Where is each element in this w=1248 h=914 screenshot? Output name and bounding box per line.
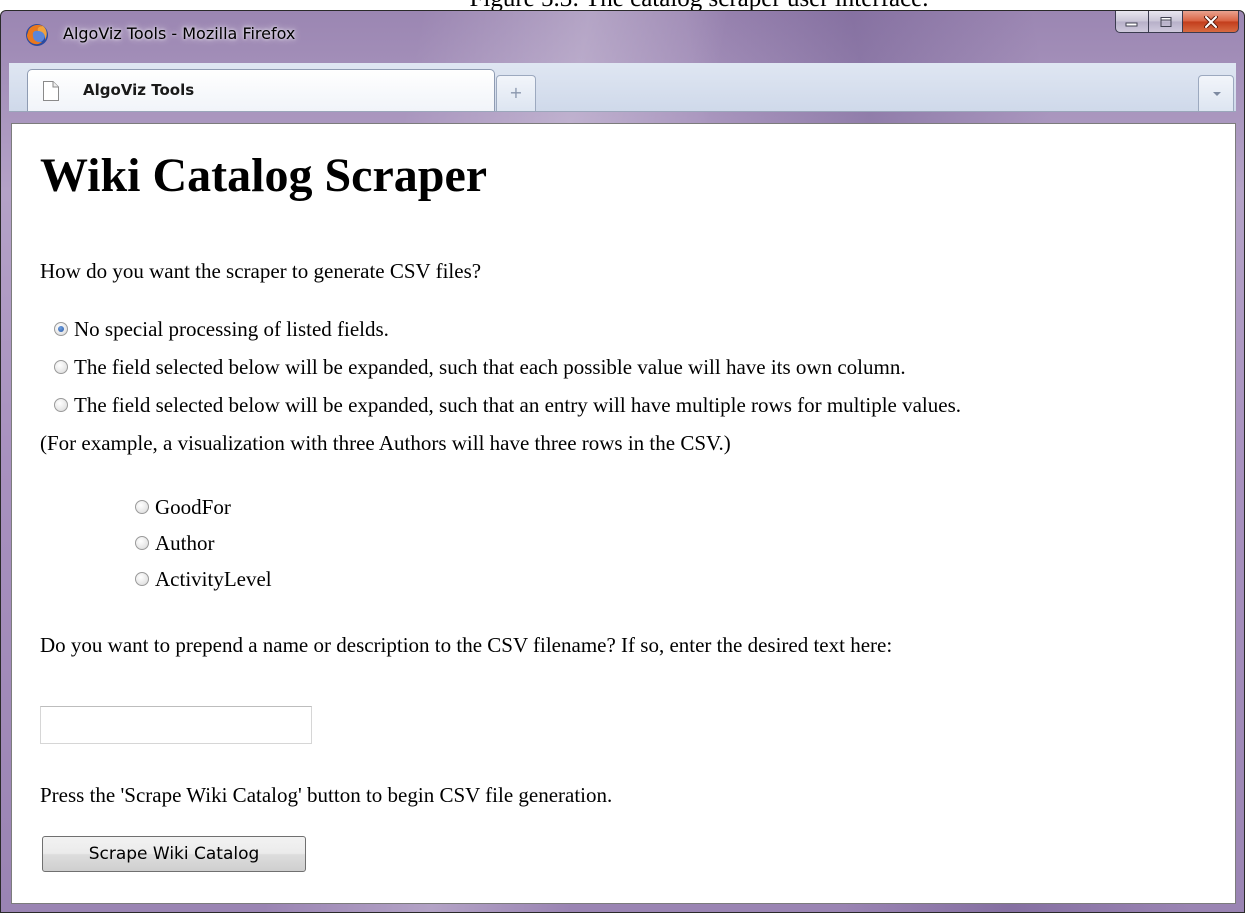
mode-option-label: No special processing of listed fields. <box>74 317 389 341</box>
field-option-label: Author <box>155 531 215 555</box>
radio-no-processing[interactable] <box>54 322 68 336</box>
tab-algoviz-tools[interactable]: AlgoViz Tools <box>27 69 495 111</box>
window-title: AlgoViz Tools - Mozilla Firefox <box>63 24 296 43</box>
field-option-goodfor[interactable]: GoodFor <box>135 494 231 520</box>
radio-expand-columns[interactable] <box>54 360 68 374</box>
maximize-button[interactable] <box>1149 11 1183 33</box>
mode-option-expand-columns[interactable]: The field selected below will be expande… <box>54 354 906 380</box>
maximize-icon <box>1160 16 1171 27</box>
instruction-text: Press the 'Scrape Wiki Catalog' button t… <box>40 783 613 807</box>
page-content: Wiki Catalog Scraper How do you want the… <box>11 123 1236 904</box>
page-title: Wiki Catalog Scraper <box>40 149 488 202</box>
radio-goodfor[interactable] <box>135 500 149 514</box>
mode-option-no-processing[interactable]: No special processing of listed fields. <box>54 316 389 342</box>
field-option-author[interactable]: Author <box>135 530 215 556</box>
prepend-prompt: Do you want to prepend a name or descrip… <box>40 633 893 657</box>
firefox-icon <box>26 24 48 46</box>
radio-expand-rows[interactable] <box>54 398 68 412</box>
plus-icon: + <box>509 83 523 102</box>
radio-author[interactable] <box>135 536 149 550</box>
radio-activitylevel[interactable] <box>135 572 149 586</box>
tab-label: AlgoViz Tools <box>83 81 195 99</box>
tab-strip: AlgoViz Tools + <box>9 63 1236 112</box>
prepend-name-input[interactable] <box>40 706 312 744</box>
document-icon <box>43 81 59 101</box>
mode-question: How do you want the scraper to generate … <box>40 259 482 283</box>
browser-window: AlgoViz Tools - Mozilla Firefox AlgoViz … <box>0 10 1245 913</box>
field-option-activitylevel[interactable]: ActivityLevel <box>135 566 272 592</box>
field-option-label: GoodFor <box>155 495 231 519</box>
window-controls <box>1115 11 1239 33</box>
mode-option-expand-rows[interactable]: The field selected below will be expande… <box>54 392 961 418</box>
title-bar[interactable]: AlgoViz Tools - Mozilla Firefox <box>1 11 1244 63</box>
close-button[interactable] <box>1183 11 1239 33</box>
new-tab-button[interactable]: + <box>496 75 536 111</box>
mode-option-label: The field selected below will be expande… <box>74 393 961 417</box>
mode-option-label: The field selected below will be expande… <box>74 355 906 379</box>
close-icon <box>1203 15 1218 28</box>
minimize-button[interactable] <box>1115 11 1149 33</box>
scrape-wiki-catalog-button[interactable]: Scrape Wiki Catalog <box>42 836 306 872</box>
example-note: (For example, a visualization with three… <box>40 431 731 455</box>
minimize-icon <box>1125 22 1138 26</box>
tab-list-dropdown[interactable] <box>1198 75 1234 111</box>
field-option-label: ActivityLevel <box>155 567 272 591</box>
